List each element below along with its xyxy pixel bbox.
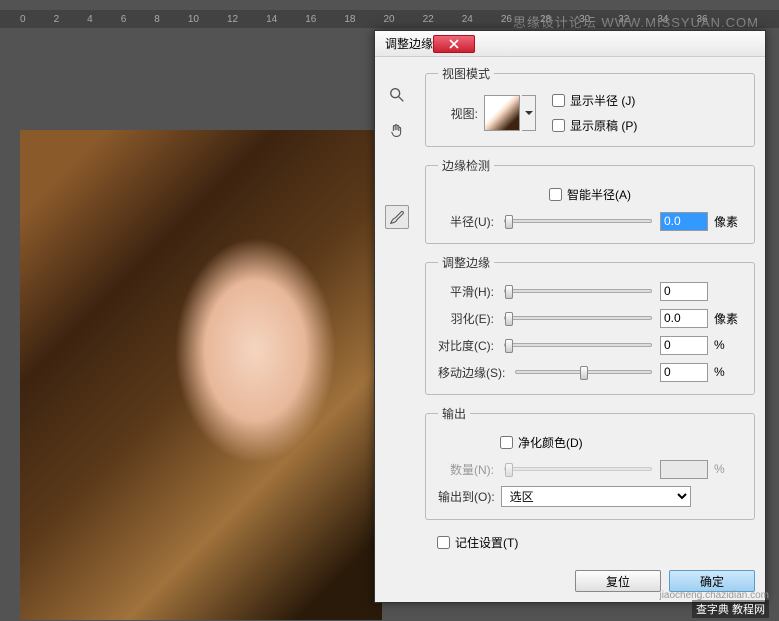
zoom-tool[interactable]	[385, 83, 409, 107]
remember-settings-checkbox[interactable]: 记住设置(T)	[437, 534, 755, 551]
amount-slider	[504, 467, 652, 471]
radius-label: 半径(U):	[438, 213, 500, 230]
contrast-slider[interactable]	[504, 343, 652, 347]
smooth-label: 平滑(H):	[438, 283, 500, 300]
feather-input[interactable]	[660, 309, 708, 328]
hand-tool[interactable]	[385, 119, 409, 143]
amount-input	[660, 460, 708, 479]
show-original-checkbox[interactable]: 显示原稿 (P)	[552, 117, 637, 134]
edge-detection-group: 边缘检测 智能半径(A) 半径(U): 像素	[425, 157, 755, 244]
amount-unit: %	[714, 462, 742, 476]
feather-unit: 像素	[714, 310, 742, 327]
edge-detection-legend: 边缘检测	[438, 157, 494, 174]
shift-slider[interactable]	[515, 370, 652, 374]
adjust-edge-group: 调整边缘 平滑(H): 羽化(E): 像素 对比度(C):	[425, 254, 755, 395]
brush-tool[interactable]	[385, 205, 409, 229]
shift-input[interactable]	[660, 363, 708, 382]
hand-icon	[388, 122, 406, 140]
watermark-forum: 思缘设计论坛 WWW.MISSYUAN.COM	[513, 12, 759, 31]
feather-label: 羽化(E):	[438, 310, 500, 327]
contrast-input[interactable]	[660, 336, 708, 355]
contrast-unit: %	[714, 338, 742, 352]
smooth-input[interactable]	[660, 282, 708, 301]
portrait-image	[20, 130, 382, 620]
output-legend: 输出	[438, 405, 470, 422]
smooth-slider[interactable]	[504, 289, 652, 293]
feather-slider[interactable]	[504, 316, 652, 320]
show-radius-checkbox[interactable]: 显示半径 (J)	[552, 92, 637, 109]
smart-radius-checkbox[interactable]: 智能半径(A)	[549, 186, 631, 203]
output-to-label: 输出到(O):	[438, 488, 501, 505]
reset-button[interactable]: 复位	[575, 570, 661, 592]
radius-slider[interactable]	[504, 219, 652, 223]
radius-input[interactable]	[660, 212, 708, 231]
output-to-select[interactable]: 选区	[501, 486, 691, 507]
view-label: 视图:	[438, 105, 484, 122]
shift-label: 移动边缘(S):	[438, 364, 511, 381]
amount-label: 数量(N):	[438, 461, 500, 478]
view-dropdown[interactable]	[522, 95, 536, 131]
tool-column	[385, 65, 415, 592]
close-button[interactable]	[433, 35, 475, 53]
brush-icon	[388, 208, 406, 226]
refine-edge-dialog: 调整边缘 视图模式 视图:	[374, 30, 766, 603]
contrast-label: 对比度(C):	[438, 337, 500, 354]
output-group: 输出 净化颜色(D) 数量(N): % 输出到(O): 选区	[425, 405, 755, 520]
canvas-area[interactable]	[20, 130, 382, 620]
close-icon	[449, 39, 459, 49]
view-mode-group: 视图模式 视图: 显示半径 (J) 显示原稿 (P)	[425, 65, 755, 147]
watermark-brand: 查字典 教程网	[692, 600, 769, 618]
dialog-titlebar[interactable]: 调整边缘	[375, 31, 765, 57]
ok-button[interactable]: 确定	[669, 570, 755, 592]
shift-unit: %	[714, 365, 742, 379]
watermark-site: jiaocheng.chazidian.com	[659, 590, 769, 601]
dialog-title: 调整边缘	[385, 35, 433, 52]
adjust-edge-legend: 调整边缘	[438, 254, 494, 271]
view-thumbnail[interactable]	[484, 95, 520, 131]
radius-unit: 像素	[714, 213, 742, 230]
decontaminate-checkbox[interactable]: 净化颜色(D)	[500, 434, 583, 451]
magnifier-icon	[388, 86, 406, 104]
view-mode-legend: 视图模式	[438, 65, 494, 82]
